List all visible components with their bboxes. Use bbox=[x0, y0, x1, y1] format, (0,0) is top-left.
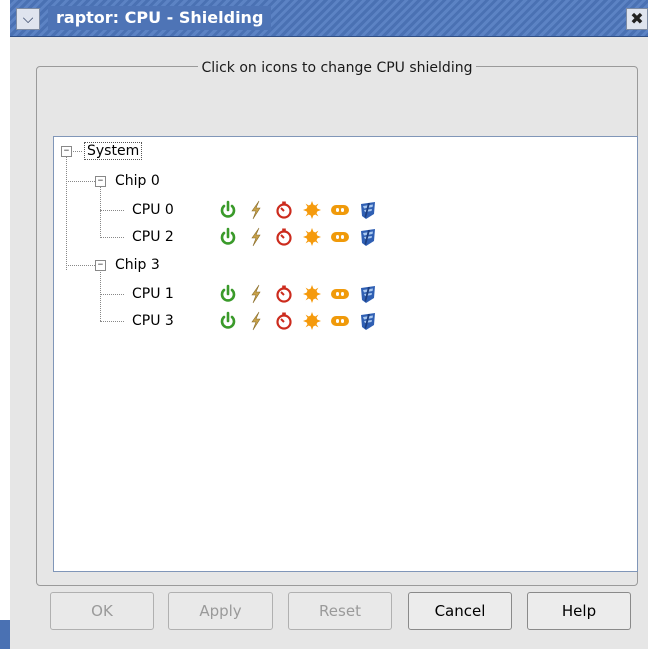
power-icon[interactable] bbox=[218, 284, 238, 304]
apply-button[interactable]: Apply bbox=[168, 592, 273, 630]
link-icon[interactable] bbox=[330, 284, 350, 304]
dialog-window: ⌵ raptor: CPU - Shielding ✖ Click on ico… bbox=[10, 0, 648, 649]
ok-button[interactable]: OK bbox=[50, 592, 154, 630]
taskbar-edge bbox=[0, 620, 10, 649]
bolt-shield-icon[interactable] bbox=[358, 200, 378, 220]
button-bar: OK Apply Reset Cancel Help bbox=[10, 592, 648, 636]
timer-icon[interactable] bbox=[274, 227, 294, 247]
tree-node-chip-3[interactable]: Chip 3 bbox=[115, 256, 160, 274]
tree-line bbox=[100, 294, 124, 295]
lightning-icon[interactable] bbox=[246, 284, 266, 304]
power-icon[interactable] bbox=[218, 227, 238, 247]
timer-icon[interactable] bbox=[274, 284, 294, 304]
tree-line bbox=[100, 186, 101, 238]
close-button[interactable]: ✖ bbox=[626, 8, 648, 30]
sun-icon[interactable] bbox=[302, 284, 322, 304]
timer-icon[interactable] bbox=[274, 200, 294, 220]
tree-line bbox=[66, 265, 95, 266]
tree-node-system[interactable]: System bbox=[84, 142, 143, 160]
power-icon[interactable] bbox=[218, 311, 238, 331]
tree-line bbox=[66, 181, 95, 182]
cancel-button[interactable]: Cancel bbox=[408, 592, 512, 630]
bolt-shield-icon[interactable] bbox=[358, 311, 378, 331]
chip-0-collapse-toggle[interactable]: − bbox=[95, 176, 106, 187]
tree-node-chip-0[interactable]: Chip 0 bbox=[115, 172, 160, 190]
bolt-shield-icon[interactable] bbox=[358, 284, 378, 304]
reset-button[interactable]: Reset bbox=[288, 592, 392, 630]
tree-line bbox=[100, 321, 124, 322]
lightning-icon[interactable] bbox=[246, 200, 266, 220]
tree-node-cpu-3[interactable]: CPU 3 bbox=[132, 312, 174, 330]
chip-3-collapse-toggle[interactable]: − bbox=[95, 260, 106, 271]
sun-icon[interactable] bbox=[302, 311, 322, 331]
tree-line bbox=[100, 210, 124, 211]
tree-node-cpu-0[interactable]: CPU 0 bbox=[132, 201, 174, 219]
chevron-down-icon: ⌵ bbox=[22, 11, 34, 27]
help-button[interactable]: Help bbox=[527, 592, 631, 630]
window-title: raptor: CPU - Shielding bbox=[48, 6, 272, 30]
power-icon[interactable] bbox=[218, 200, 238, 220]
close-icon: ✖ bbox=[630, 9, 644, 28]
system-collapse-toggle[interactable]: − bbox=[61, 146, 72, 157]
tree-node-cpu-2[interactable]: CPU 2 bbox=[132, 228, 174, 246]
timer-icon[interactable] bbox=[274, 311, 294, 331]
link-icon[interactable] bbox=[330, 227, 350, 247]
link-icon[interactable] bbox=[330, 200, 350, 220]
tree-line bbox=[100, 237, 124, 238]
tree-node-cpu-1[interactable]: CPU 1 bbox=[132, 285, 174, 303]
cpu-tree: − System − Chip 0 CPU 0 CPU 2 − Chip 3 C… bbox=[53, 136, 638, 572]
group-title: Click on icons to change CPU shielding bbox=[197, 60, 477, 76]
link-icon[interactable] bbox=[330, 311, 350, 331]
bolt-shield-icon[interactable] bbox=[358, 227, 378, 247]
lightning-icon[interactable] bbox=[246, 227, 266, 247]
tree-node-label: System bbox=[84, 142, 143, 160]
tree-line bbox=[100, 270, 101, 321]
sun-icon[interactable] bbox=[302, 200, 322, 220]
tree-line bbox=[66, 156, 67, 270]
window-menu-button[interactable]: ⌵ bbox=[16, 8, 40, 30]
sun-icon[interactable] bbox=[302, 227, 322, 247]
title-bar: ⌵ raptor: CPU - Shielding ✖ bbox=[10, 0, 648, 37]
lightning-icon[interactable] bbox=[246, 311, 266, 331]
